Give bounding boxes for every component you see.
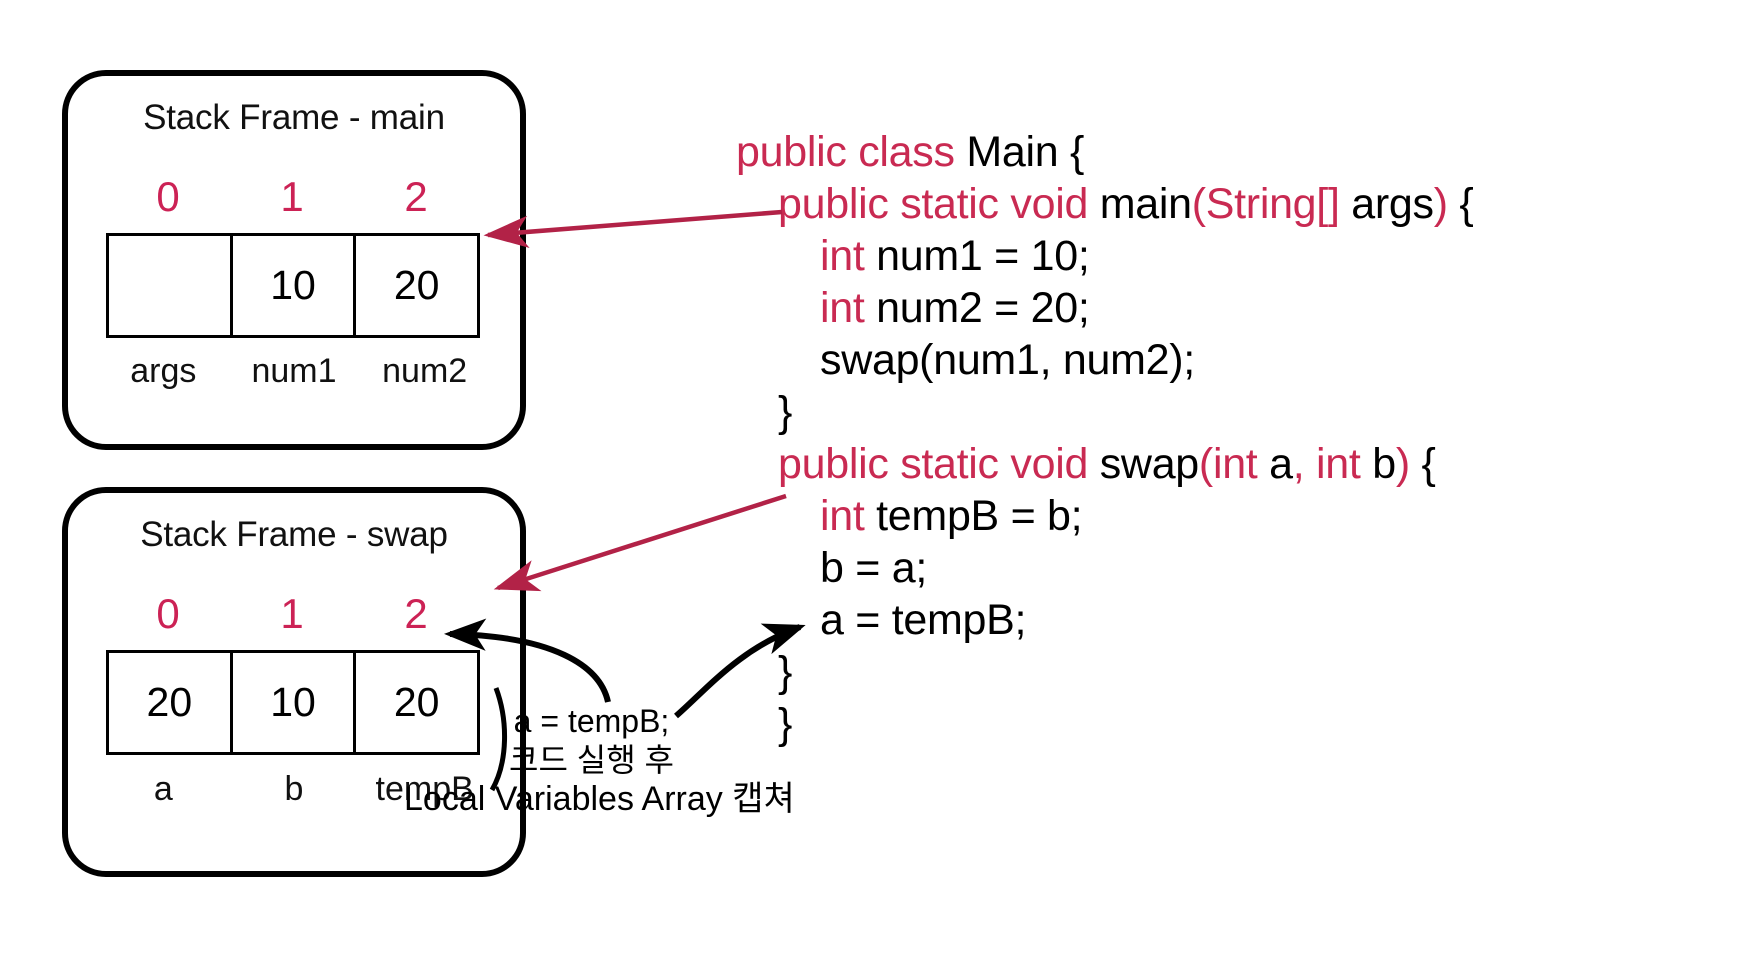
slot-value: 20 [109,653,233,752]
code-line: public static void main(String[] args) { [736,178,1474,230]
index-label: 1 [280,173,304,220]
slot-name: num2 [382,352,468,390]
code-text: { [1409,440,1436,488]
code-text: num1 = 10; [864,232,1090,280]
code-text: swap [1099,440,1199,488]
code-keyword: ) [1433,180,1448,228]
slot-value: 20 [393,679,440,725]
code-text: swap(num1, num2); [820,336,1195,384]
code-line: b = a; [736,542,1473,594]
code-line: public class Main { [736,126,1473,178]
code-keyword: (String[] [1191,180,1340,228]
slot-value [109,236,233,335]
index-label: 0 [156,173,180,220]
code-line: } [736,646,1473,698]
slot-value: 10 [233,653,357,752]
code-keyword: int [1316,440,1361,488]
code-text: a [1257,440,1293,488]
code-text: } [778,700,793,748]
code-keyword: int [820,492,865,540]
code-text: { [1447,180,1474,228]
code-line: } [736,386,1473,438]
code-text: num2 = 20; [864,284,1090,332]
code-keyword: public static void [778,440,1100,488]
code-text: a = tempB; [820,596,1027,644]
code-line: a = tempB; [736,594,1473,646]
index-label: 2 [404,590,428,637]
index-label: 0 [156,590,180,637]
index-label: 2 [404,173,428,220]
code-line: swap(num1, num2); [736,334,1473,386]
slot-name: a [153,770,173,808]
code-text: main [1099,180,1192,228]
index-label: 1 [280,590,304,637]
code-keyword: ) [1395,440,1410,488]
code-keyword: int [820,284,865,332]
code-line: int num1 = 10; [736,230,1473,282]
stack-frame-swap-index-row: 0 1 2 [106,593,480,635]
code-keyword: (int [1198,440,1258,488]
code-line: } [736,698,1473,750]
diagram-canvas: Stack Frame - main 0 1 2 10 20 args num1… [0,0,1755,957]
stack-frame-main-title: Stack Frame - main [143,98,445,137]
slot-value: 20 [393,262,440,308]
code-text: b [1360,440,1396,488]
capture-note: Local Variables Array 캡쳐 [404,780,795,818]
stack-frame-main-slot-row: 10 20 [106,233,480,338]
stack-frame-main-name-row: args num1 num2 [98,352,490,391]
stack-frame-main-index-row: 0 1 2 [106,176,480,218]
code-text: } [778,648,793,696]
slot-name: b [284,770,304,808]
code-line: int num2 = 20; [736,282,1473,334]
code-text: Main { [966,128,1085,176]
code-line: int tempB = b; [736,490,1473,542]
execution-note: a = tempB; 코드 실행 후 [509,703,674,778]
java-code-listing: public class Main {public static void ma… [736,126,1474,750]
slot-name: num1 [251,352,337,390]
code-keyword: int [820,232,865,280]
code-text: } [778,388,793,436]
code-text: b = a; [820,544,927,592]
code-line: public static void swap(int a, int b) { [736,438,1473,490]
slot-name: args [130,352,197,390]
code-text: tempB = b; [864,492,1083,540]
code-keyword: public class [736,128,967,176]
code-keyword: , [1292,440,1305,488]
stack-frame-swap-title: Stack Frame - swap [140,515,448,554]
code-keyword: public static void [778,180,1100,228]
slot-value: 10 [233,236,357,335]
stack-frame-swap-slot-row: 20 10 20 [106,650,480,755]
stack-frame-main: Stack Frame - main 0 1 2 10 20 args num1… [62,70,526,450]
code-text: args [1339,180,1434,228]
